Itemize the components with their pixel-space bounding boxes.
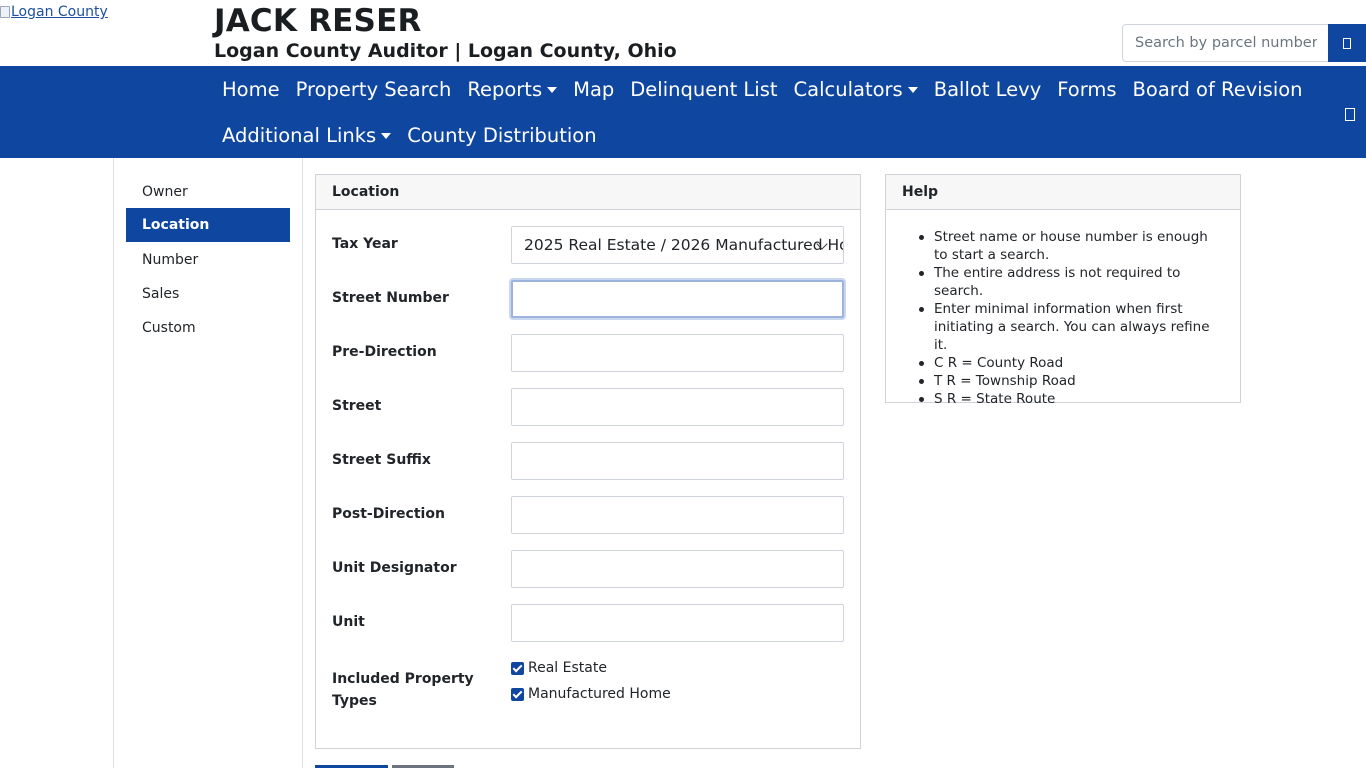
post-direction-label: Post-Direction <box>332 506 445 522</box>
nav-property-search[interactable]: Property Search <box>296 78 452 102</box>
nav-county-distribution[interactable]: County Distribution <box>407 124 596 148</box>
help-item: S R = State Route <box>919 390 1224 408</box>
site-subtitle: Logan County Auditor | Logan County, Ohi… <box>214 40 677 62</box>
nav-ballot-levy[interactable]: Ballot Levy <box>934 78 1042 102</box>
search-icon <box>1343 37 1351 49</box>
nav-calculators-dropdown[interactable]: Calculators <box>794 78 918 102</box>
street-number-input[interactable] <box>511 280 844 318</box>
caret-down-icon <box>381 133 392 139</box>
nav-additional-links-dropdown[interactable]: Additional Links <box>222 124 392 148</box>
county-logo-link[interactable]: Logan County <box>0 4 108 20</box>
post-direction-input[interactable] <box>511 496 844 534</box>
property-types-label: Included Property Types <box>332 671 474 709</box>
parcel-search-input[interactable] <box>1122 24 1329 62</box>
real-estate-label: Real Estate <box>528 660 607 676</box>
tax-year-select[interactable]: 2025 Real Estate / 2026 Manufactured Hom… <box>511 226 844 264</box>
nav-forms[interactable]: Forms <box>1057 78 1116 102</box>
street-input[interactable] <box>511 388 844 426</box>
sidebar-item-number[interactable]: Number <box>126 243 290 277</box>
tax-year-selected-value: 2025 Real Estate / 2026 Manufactured Hom… <box>524 236 843 254</box>
tax-year-label: Tax Year <box>332 236 398 252</box>
manufactured-home-label: Manufactured Home <box>528 686 671 702</box>
search-type-sidebar: Owner Location Number Sales Custom <box>113 158 303 768</box>
street-label: Street <box>332 398 382 414</box>
logo-alt-text: Logan County <box>11 4 108 20</box>
nav-row-secondary: Additional Links County Distribution <box>222 124 613 148</box>
unit-designator-label: Unit Designator <box>332 560 457 576</box>
unit-label: Unit <box>332 614 365 630</box>
caret-down-icon <box>907 87 918 93</box>
nav-delinquent-list[interactable]: Delinquent List <box>630 78 777 102</box>
real-estate-checkbox[interactable] <box>511 661 524 675</box>
street-suffix-label: Street Suffix <box>332 452 431 468</box>
menu-icon[interactable] <box>1345 108 1355 121</box>
sidebar-item-sales[interactable]: Sales <box>126 277 290 311</box>
street-suffix-input[interactable] <box>511 442 844 480</box>
help-item: T R = Township Road <box>919 372 1224 390</box>
help-item: C R = County Road <box>919 354 1224 372</box>
site-title: JACK RESER <box>214 3 422 39</box>
street-number-label: Street Number <box>332 290 449 306</box>
real-estate-checkbox-row[interactable]: Real Estate <box>511 660 607 676</box>
help-card-title: Help <box>886 175 1240 210</box>
nav-board-of-revision[interactable]: Board of Revision <box>1133 78 1303 102</box>
main-navbar: Home Property Search Reports Map Delinqu… <box>0 66 1366 158</box>
nav-row-primary: Home Property Search Reports Map Delinqu… <box>222 78 1319 102</box>
pre-direction-label: Pre-Direction <box>332 344 437 360</box>
sidebar-item-custom[interactable]: Custom <box>126 311 290 345</box>
unit-input[interactable] <box>511 604 844 642</box>
help-item: Enter minimal information when first ini… <box>919 300 1224 354</box>
nav-reports-dropdown[interactable]: Reports <box>467 78 558 102</box>
manufactured-home-checkbox[interactable] <box>511 687 524 701</box>
sidebar-item-location[interactable]: Location <box>126 208 290 242</box>
broken-image-icon <box>0 6 10 18</box>
manufactured-home-checkbox-row[interactable]: Manufactured Home <box>511 686 671 702</box>
help-item: The entire address is not required to se… <box>919 264 1224 300</box>
unit-designator-input[interactable] <box>511 550 844 588</box>
pre-direction-input[interactable] <box>511 334 844 372</box>
search-button[interactable] <box>1328 24 1366 62</box>
help-list: Street name or house number is enough to… <box>919 228 1224 408</box>
caret-down-icon <box>547 87 558 93</box>
sidebar-item-owner[interactable]: Owner <box>126 175 290 209</box>
nav-map[interactable]: Map <box>573 78 614 102</box>
nav-home[interactable]: Home <box>222 78 280 102</box>
help-item: Street name or house number is enough to… <box>919 228 1224 264</box>
location-card-title: Location <box>316 175 860 210</box>
